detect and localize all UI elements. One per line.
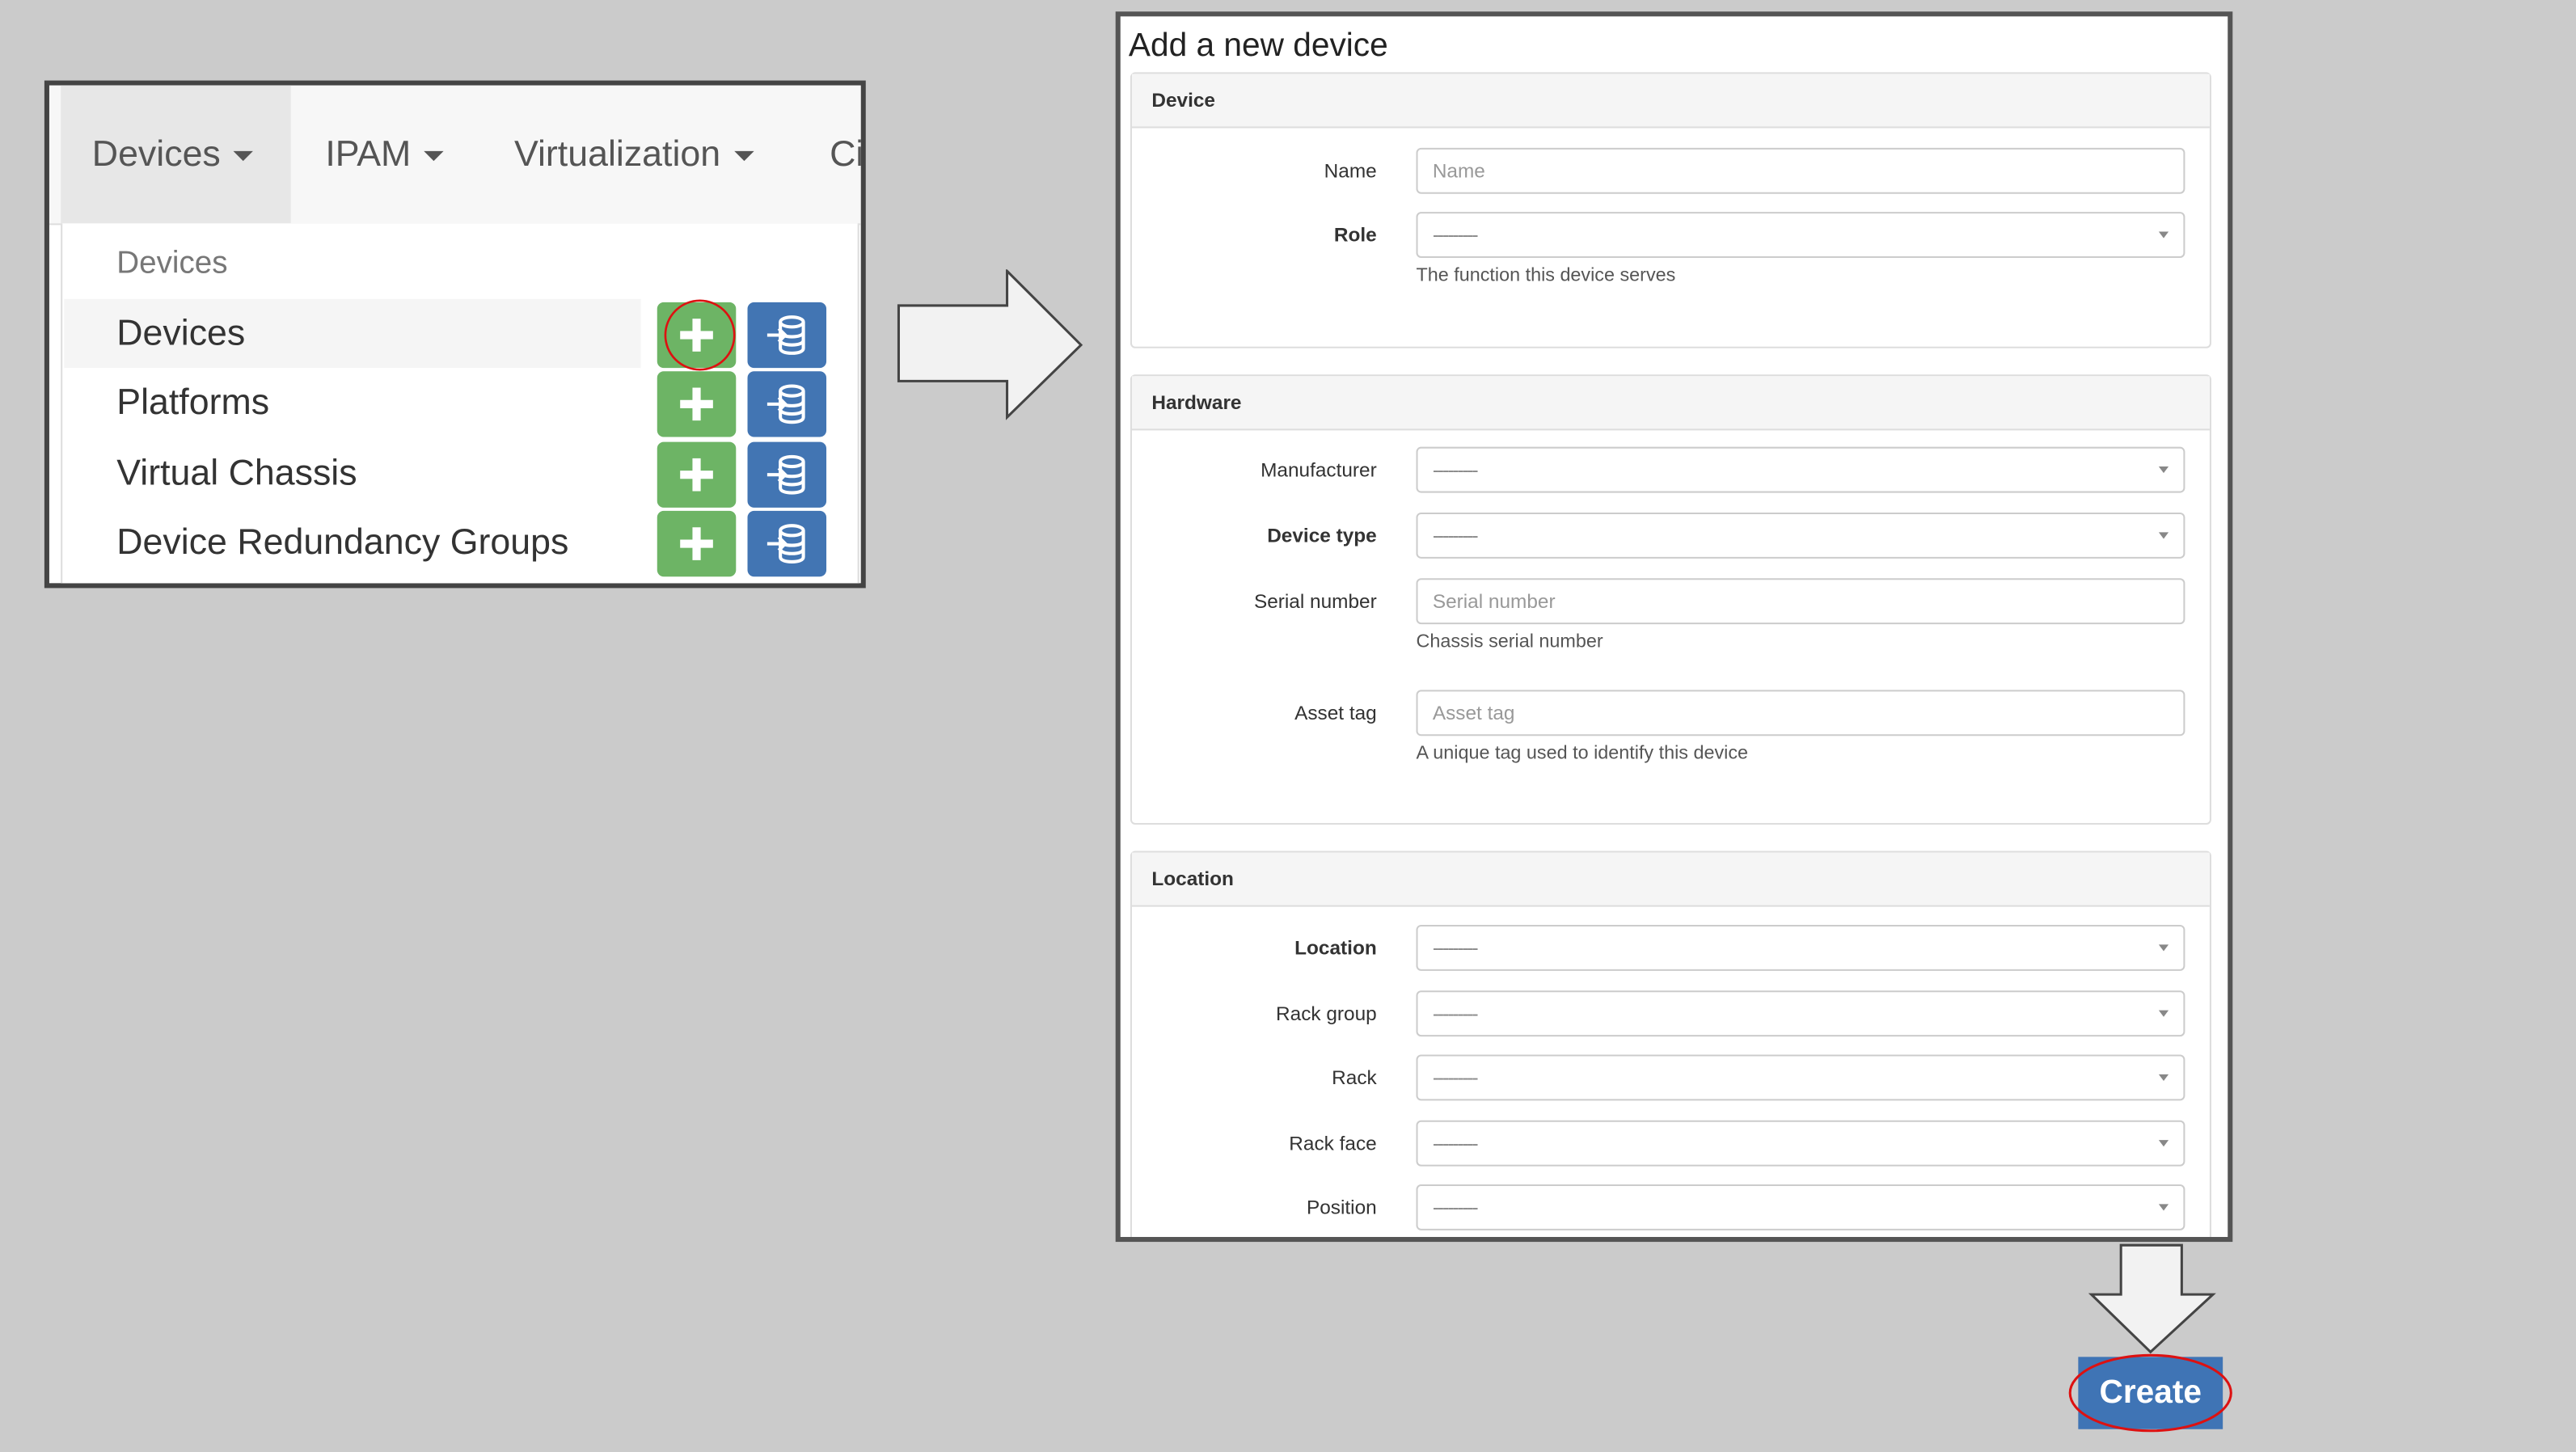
selected-value: --------- — [1432, 936, 1479, 960]
menu-item-label: Device Redundancy Groups — [116, 521, 569, 562]
menu-item-label: Devices — [116, 312, 246, 353]
import-button[interactable] — [747, 441, 827, 508]
chevron-down-icon — [2158, 466, 2169, 474]
rack-face-label: Rack face — [1289, 1131, 1377, 1155]
section-header: Device — [1131, 74, 2210, 129]
menu-item-label: Platforms — [116, 381, 270, 423]
navbar: Devices IPAM Virtualization Ci — [49, 85, 864, 226]
section-title: Device — [1151, 88, 1216, 112]
nav-tab-label: Ci — [830, 133, 864, 175]
nav-tab-label: Virtualization — [513, 133, 721, 175]
add-device-form: Add a new device Device Name Name Role -----… — [1115, 11, 2233, 1243]
selected-value: --------- — [1432, 1066, 1479, 1090]
arrow-down-icon — [2088, 1243, 2216, 1354]
placeholder: Serial number — [1432, 589, 1556, 613]
name-label: Name — [1324, 159, 1377, 183]
highlight-circle — [2068, 1353, 2232, 1433]
chevron-down-icon — [2158, 1074, 2169, 1081]
serial-number-input[interactable]: Serial number — [1416, 578, 2185, 625]
rack-select[interactable]: --------- — [1416, 1054, 2185, 1101]
devices-dropdown-menu: Devices Devices Platforms Virtual Chassis D… — [61, 223, 859, 584]
section-header: Hardware — [1131, 376, 2210, 431]
rack-label: Rack — [1332, 1066, 1377, 1090]
location-label: Location — [1294, 936, 1377, 960]
caret-down-icon — [234, 151, 254, 162]
device-type-label: Device type — [1267, 524, 1377, 547]
arrow-right-icon — [897, 269, 1083, 420]
section-title: Hardware — [1151, 390, 1242, 415]
nav-tab-virtualization[interactable]: Virtualization — [514, 86, 754, 224]
import-database-icon — [766, 524, 805, 563]
location-select[interactable]: --------- — [1416, 924, 2185, 971]
serial-number-label: Serial number — [1253, 589, 1377, 613]
role-help-text: The function this device serves — [1416, 266, 1676, 286]
role-label: Role — [1333, 223, 1377, 247]
dropdown-header: Devices — [116, 246, 228, 281]
caret-down-icon — [424, 151, 444, 162]
menu-item[interactable]: Devices — [64, 298, 641, 369]
plus-icon — [680, 387, 713, 421]
nav-tab-label: IPAM — [325, 133, 412, 175]
nav-tab-label: Devices — [91, 133, 221, 175]
chevron-down-icon — [2158, 1010, 2169, 1017]
import-database-icon — [766, 454, 805, 495]
manufacturer-select[interactable]: --------- — [1416, 446, 2185, 493]
form-section-location: Location — [1130, 851, 2211, 1238]
serial-number-help-text: Chassis serial number — [1416, 632, 1603, 652]
rack-group-select[interactable]: --------- — [1416, 990, 2185, 1037]
import-button[interactable] — [747, 371, 827, 437]
menu-item[interactable]: Virtual Chassis — [64, 439, 640, 508]
plus-icon — [680, 458, 713, 492]
navigation-menu-screenshot: Devices IPAM Virtualization Ci Devices D… — [44, 80, 866, 589]
add-button[interactable] — [657, 441, 737, 508]
tutorial-canvas: Devices IPAM Virtualization Ci Devices D… — [0, 0, 2576, 1452]
selected-value: --------- — [1432, 458, 1479, 482]
asset-tag-input[interactable]: Asset tag — [1416, 690, 2185, 737]
chevron-down-icon — [2158, 1204, 2169, 1211]
chevron-down-icon — [2158, 532, 2169, 539]
highlight-circle — [664, 299, 736, 371]
import-button[interactable] — [747, 510, 827, 577]
section-title: Location — [1151, 867, 1234, 891]
nav-tab-circuits[interactable]: Ci — [830, 86, 864, 224]
menu-item[interactable]: Device Redundancy Groups — [64, 508, 640, 576]
selected-value: --------- — [1432, 223, 1479, 247]
page-title: Add a new device — [1128, 27, 1388, 65]
caret-down-icon — [733, 151, 754, 162]
placeholder: Name — [1432, 159, 1485, 183]
selected-value: --------- — [1432, 1196, 1479, 1219]
import-database-icon — [766, 384, 805, 424]
chevron-down-icon — [2158, 944, 2169, 952]
rack-group-label: Rack group — [1276, 1002, 1377, 1025]
selected-value: --------- — [1432, 524, 1479, 547]
manufacturer-label: Manufacturer — [1261, 458, 1377, 482]
device-type-select[interactable]: --------- — [1416, 512, 2185, 559]
chevron-down-icon — [2158, 1140, 2169, 1147]
section-header: Location — [1131, 852, 2210, 907]
name-input[interactable]: Name — [1416, 147, 2185, 194]
asset-tag-label: Asset tag — [1294, 701, 1377, 725]
menu-item-label: Virtual Chassis — [116, 451, 357, 493]
menu-item[interactable]: Platforms — [64, 368, 640, 437]
nav-tab-ipam[interactable]: IPAM — [325, 86, 444, 224]
position-label: Position — [1306, 1196, 1377, 1219]
placeholder: Asset tag — [1432, 701, 1515, 725]
selected-value: --------- — [1432, 1131, 1479, 1155]
import-button[interactable] — [747, 302, 827, 369]
form-section-device: Device — [1130, 72, 2211, 348]
chevron-down-icon — [2158, 231, 2169, 238]
plus-icon — [680, 527, 713, 560]
nav-tab-devices[interactable]: Devices — [92, 86, 254, 224]
add-button[interactable] — [657, 371, 737, 437]
asset-tag-help-text: A unique tag used to identify this devic… — [1416, 744, 1749, 764]
import-database-icon — [766, 315, 805, 355]
add-button[interactable] — [657, 510, 737, 577]
position-select[interactable]: --------- — [1416, 1184, 2185, 1230]
selected-value: --------- — [1432, 1002, 1479, 1025]
rack-face-select[interactable]: --------- — [1416, 1120, 2185, 1167]
role-select[interactable]: --------- — [1416, 212, 2185, 259]
